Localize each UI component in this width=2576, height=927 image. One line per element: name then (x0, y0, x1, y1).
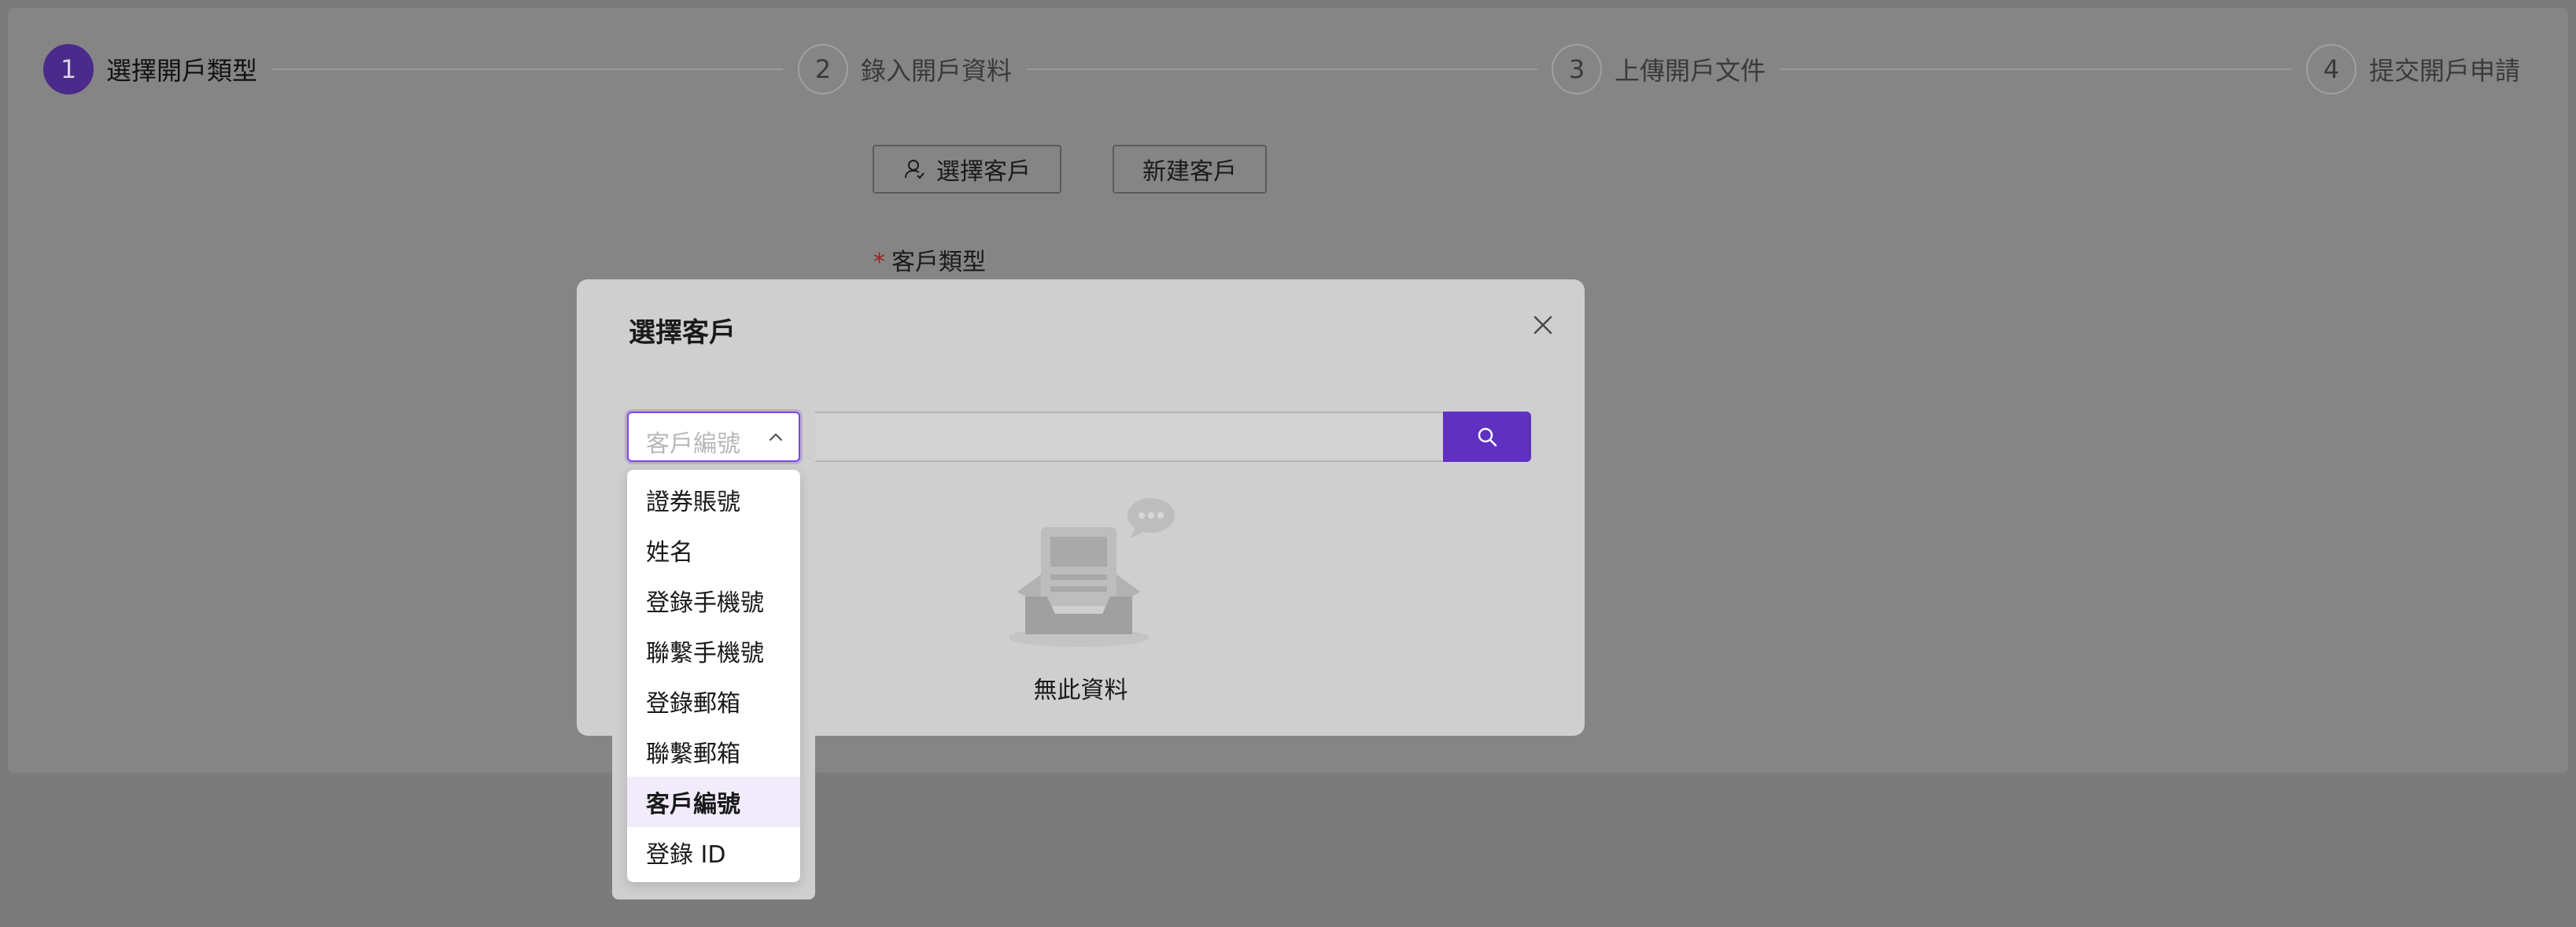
select-placeholder: 客戶編號 (646, 430, 740, 458)
new-customer-button[interactable]: 新建客戶 (1113, 145, 1267, 194)
search-button[interactable] (1443, 412, 1531, 462)
search-type-menu: 證券賬號 姓名 登錄手機號 聯繫手機號 登錄郵箱 聯繫郵箱 客戶編號 登錄 ID (627, 470, 800, 882)
step-3: 3 上傳開戶文件 (1552, 44, 1766, 94)
new-customer-label: 新建客戶 (1142, 158, 1237, 186)
step-label: 選擇開戶類型 (106, 56, 258, 86)
select-customer-button[interactable]: 選擇客戶 (873, 145, 1061, 194)
step-connector (1780, 68, 2291, 70)
menu-option-contact-email[interactable]: 聯繫郵箱 (627, 726, 800, 777)
modal-title: 選擇客戶 (629, 317, 736, 349)
step-connector (271, 68, 783, 70)
step-2: 2 錄入開戶資料 (798, 44, 1012, 94)
required-mark: * (873, 249, 885, 276)
step-number: 1 (43, 44, 94, 94)
step-label: 提交開戶申請 (2369, 56, 2521, 86)
menu-option-login-id[interactable]: 登錄 ID (627, 827, 800, 877)
close-icon[interactable] (1529, 311, 1557, 339)
step-4: 4 提交開戶申請 (2306, 44, 2520, 94)
search-icon (1478, 427, 1497, 447)
empty-inbox-icon (1009, 498, 1175, 647)
menu-option-securities-account[interactable]: 證券賬號 (627, 475, 800, 525)
user-icon (905, 160, 924, 179)
step-label: 錄入開戶資料 (861, 56, 1013, 86)
menu-option-login-email[interactable]: 登錄郵箱 (627, 676, 800, 726)
step-connector (1026, 68, 1537, 70)
menu-option-name[interactable]: 姓名 (627, 525, 800, 575)
select-customer-label: 選擇客戶 (936, 158, 1031, 186)
step-label: 上傳開戶文件 (1615, 56, 1766, 86)
step-number: 3 (1552, 44, 1602, 94)
menu-option-login-mobile[interactable]: 登錄手機號 (627, 575, 800, 626)
customer-type-label: * 客戶類型 (873, 242, 986, 277)
search-type-select[interactable]: 客戶編號 (627, 412, 800, 462)
step-number: 4 (2306, 44, 2356, 94)
menu-option-customer-number[interactable]: 客戶編號 (627, 777, 800, 827)
step-number: 2 (798, 44, 848, 94)
menu-option-contact-mobile[interactable]: 聯繫手機號 (627, 626, 800, 676)
step-1: 1 選擇開戶類型 (43, 44, 257, 94)
customer-type-text: 客戶類型 (891, 249, 986, 276)
chevron-up-icon (769, 433, 783, 441)
